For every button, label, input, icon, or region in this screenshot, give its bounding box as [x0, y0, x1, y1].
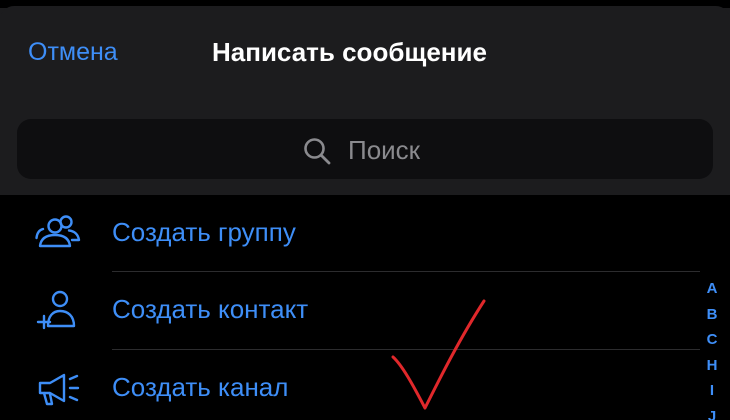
page-title: Написать сообщение: [212, 37, 487, 67]
index-letter[interactable]: J: [700, 404, 724, 420]
index-letter[interactable]: C: [700, 327, 724, 353]
megaphone-icon: [38, 373, 80, 406]
create-contact-label: Создать контакт: [112, 294, 309, 324]
index-letter[interactable]: A: [700, 276, 724, 302]
add-contact-icon: [36, 290, 76, 330]
create-channel-label: Создать канал: [112, 372, 289, 402]
create-group-item[interactable]: Создать группу: [0, 195, 700, 273]
group-icon: [35, 215, 81, 248]
create-group-label: Создать группу: [112, 217, 296, 247]
index-letter[interactable]: I: [700, 378, 724, 404]
create-contact-item[interactable]: Создать контакт: [0, 272, 700, 350]
cancel-button[interactable]: Отмена: [28, 38, 118, 67]
search-icon: [304, 138, 331, 165]
index-letter[interactable]: H: [700, 353, 724, 379]
create-channel-item[interactable]: Создать канал: [0, 350, 700, 420]
index-letter[interactable]: B: [700, 302, 724, 328]
search-placeholder: Поиск: [348, 135, 421, 165]
compose-message-screen: Отмена Написать сообщение Поиск Создать …: [0, 0, 730, 420]
alphabet-index[interactable]: A B C H I J: [700, 276, 724, 420]
